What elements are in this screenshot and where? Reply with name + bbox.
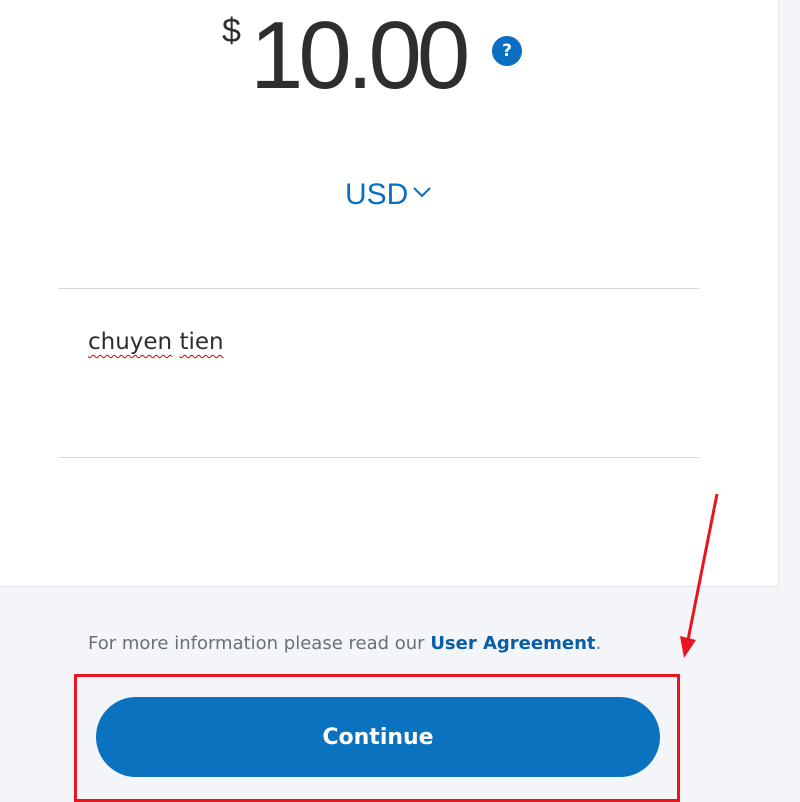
amount-value[interactable]: 10.00 [250, 4, 470, 108]
agreement-suffix: . [595, 633, 602, 654]
currency-symbol: $ [222, 12, 241, 50]
note-textarea[interactable]: chuyen tien [88, 326, 224, 358]
agreement-prefix: For more information please read our [88, 633, 431, 654]
question-circle-icon[interactable]: ? [492, 36, 522, 66]
agreement-text: For more information please read our Use… [88, 632, 601, 656]
note-word: chuyen [88, 329, 173, 355]
note-word: tien [179, 329, 224, 355]
currency-code: USD [345, 178, 409, 211]
divider-top [58, 288, 699, 289]
user-agreement-link[interactable]: User Agreement [430, 633, 595, 654]
divider-bottom [58, 457, 699, 458]
chevron-down-icon [413, 187, 432, 198]
payment-card: $ 10.00 ? USD chuyen tien [0, 0, 779, 587]
currency-dropdown[interactable]: USD [345, 175, 432, 215]
continue-button[interactable]: Continue [96, 697, 660, 777]
